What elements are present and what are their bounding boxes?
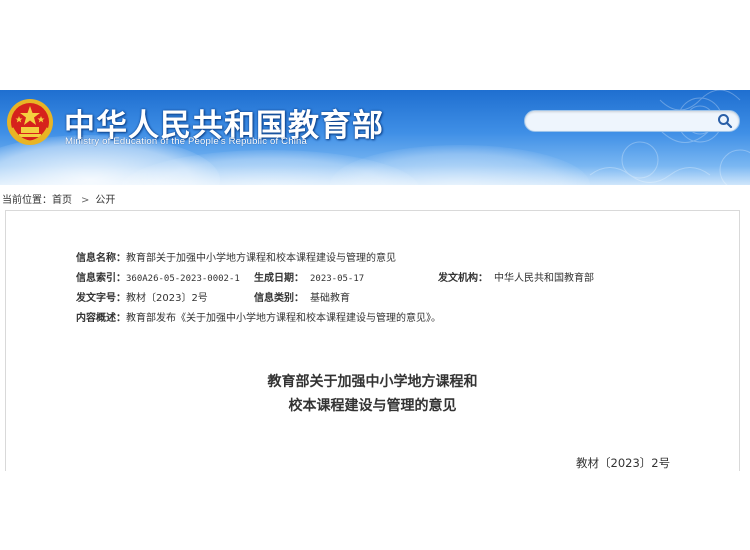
national-emblem-icon	[7, 99, 53, 145]
meta-issuer-label: 发文机构：	[438, 273, 488, 284]
search-icon[interactable]	[717, 113, 733, 129]
document-title-line-2: 校本课程建设与管理的意见	[288, 398, 457, 414]
site-header: 中华人民共和国教育部 Ministry of Education of the …	[0, 90, 750, 185]
meta-summary-value: 教育部发布《关于加强中小学地方课程和校本课程建设与管理的意见》。	[126, 313, 441, 324]
meta-row-docno: 发文字号：教材〔2023〕2号	[76, 289, 208, 304]
decorative-pattern	[589, 90, 750, 185]
meta-category-label: 信息类别：	[254, 293, 304, 304]
meta-row-date: 生成日期： 2023-05-17	[254, 269, 364, 284]
meta-date-label: 生成日期：	[254, 273, 304, 284]
breadcrumb-public[interactable]: 公开	[95, 195, 115, 206]
meta-row-summary: 内容概述：教育部发布《关于加强中小学地方课程和校本课程建设与管理的意见》。	[76, 309, 441, 324]
meta-row-name: 信息名称：教育部关于加强中小学地方课程和校本课程建设与管理的意见	[76, 249, 396, 264]
document-number: 教材〔2023〕2号	[576, 456, 671, 470]
meta-docno-value: 教材〔2023〕2号	[126, 293, 208, 304]
meta-index-label: 信息索引：	[76, 273, 126, 284]
meta-row-issuer: 发文机构： 中华人民共和国教育部	[438, 269, 594, 284]
meta-row-category: 信息类别： 基础教育	[254, 289, 350, 304]
meta-category-value: 基础教育	[310, 293, 350, 304]
search-box	[524, 110, 740, 132]
meta-index-value: 360A26-05-2023-0002-1	[126, 274, 240, 284]
search-input[interactable]	[535, 113, 711, 129]
meta-docno-label: 发文字号：	[76, 293, 126, 304]
meta-issuer-value: 中华人民共和国教育部	[494, 273, 594, 284]
meta-row-index: 信息索引：360A26-05-2023-0002-1	[76, 269, 240, 284]
content-panel: 信息名称：教育部关于加强中小学地方课程和校本课程建设与管理的意见 信息索引：36…	[5, 210, 740, 471]
meta-name-value: 教育部关于加强中小学地方课程和校本课程建设与管理的意见	[126, 253, 396, 264]
site-subtitle: Ministry of Education of the People's Re…	[65, 136, 307, 147]
breadcrumb-separator: >	[81, 195, 90, 206]
breadcrumb-home[interactable]: 首页	[52, 195, 72, 206]
meta-summary-label: 内容概述：	[76, 313, 126, 324]
breadcrumb: 当前位置：首页 > 公开	[2, 191, 118, 206]
meta-date-value: 2023-05-17	[310, 274, 365, 284]
meta-name-label: 信息名称：	[76, 253, 126, 264]
document-title-line-1: 教育部关于加强中小学地方课程和	[267, 374, 478, 390]
breadcrumb-prefix: 当前位置：	[2, 195, 52, 206]
